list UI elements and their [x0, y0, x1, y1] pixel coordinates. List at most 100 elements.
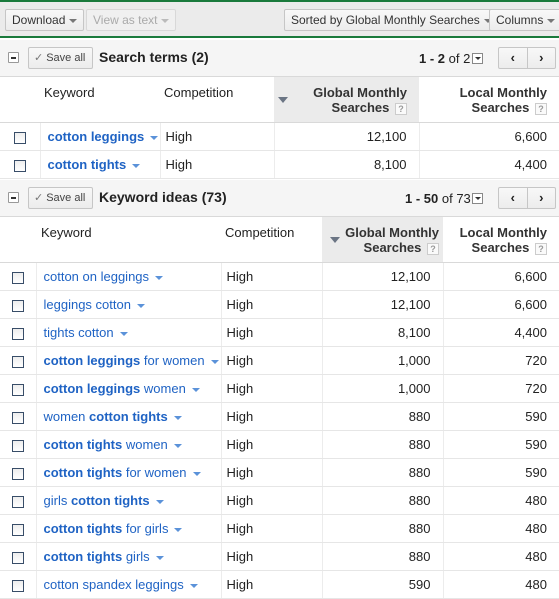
keyword-text-part: women [122, 437, 168, 452]
save-all-button[interactable]: ✓ Save all [28, 187, 93, 209]
save-all-label: Save all [46, 192, 86, 204]
keyword-link[interactable]: cotton tights women [44, 437, 168, 452]
local-searches-cell: 6,600 [443, 290, 559, 319]
competition-column-header[interactable]: Competition [160, 76, 274, 123]
select-cell [0, 402, 37, 431]
keyword-link[interactable]: women cotton tights [44, 409, 168, 424]
select-cell [0, 290, 37, 319]
global-searches-column-header[interactable]: Global Monthly Searches ? [274, 76, 419, 123]
keyword-link[interactable]: tights cotton [44, 325, 114, 340]
page-size-dropdown[interactable] [472, 53, 483, 64]
local-header-line1: Local Monthly [459, 85, 547, 100]
chevron-down-icon[interactable] [155, 499, 164, 504]
row-checkbox[interactable] [13, 159, 26, 172]
next-page-button[interactable]: › [528, 48, 556, 68]
row-checkbox[interactable] [11, 299, 24, 312]
table-row: cotton tights women High 880 590 [0, 430, 559, 459]
competition-cell: High [221, 514, 323, 543]
prev-page-button[interactable]: ‹ [499, 188, 528, 208]
chevron-down-icon[interactable] [150, 135, 159, 140]
keyword-link[interactable]: cotton tights girls [44, 549, 150, 564]
chevron-down-icon[interactable] [174, 527, 183, 532]
keyword-cell: women cotton tights [36, 402, 222, 431]
chevron-down-icon[interactable] [136, 303, 145, 308]
global-header-line1: Global Monthly [313, 85, 407, 100]
competition-cell: High [221, 374, 323, 403]
chevron-down-icon[interactable] [192, 471, 201, 476]
prev-page-button[interactable]: ‹ [499, 48, 528, 68]
row-checkbox[interactable] [11, 439, 24, 452]
chevron-down-icon[interactable] [119, 331, 128, 336]
keyword-cell: cotton on leggings [36, 262, 222, 291]
competition-cell: High [160, 150, 275, 179]
table-row: cotton leggings High 12,100 6,600 [0, 122, 559, 151]
keyword-link[interactable]: cotton leggings women [44, 381, 186, 396]
row-checkbox[interactable] [11, 467, 24, 480]
search-terms-table: Keyword Competition Global Monthly Searc… [0, 76, 559, 179]
view-as-text-button[interactable]: View as text [86, 9, 177, 31]
select-cell [0, 570, 37, 599]
save-all-button[interactable]: ✓ Save all [28, 47, 93, 69]
chevron-down-icon[interactable] [173, 443, 182, 448]
select-cell [0, 150, 41, 179]
keyword-link[interactable]: girls cotton tights [44, 493, 150, 508]
global-searches-cell: 1,000 [322, 346, 444, 375]
chevron-down-icon[interactable] [132, 163, 141, 168]
keyword-column-header[interactable]: Keyword [36, 216, 221, 263]
global-searches-cell: 880 [322, 430, 444, 459]
row-checkbox[interactable] [11, 355, 24, 368]
chevron-down-icon[interactable] [173, 415, 182, 420]
row-checkbox[interactable] [11, 579, 24, 592]
keyword-link[interactable]: cotton leggings for women [44, 353, 205, 368]
chevron-down-icon[interactable] [189, 583, 198, 588]
keyword-cell: cotton tights for girls [36, 514, 222, 543]
keyword-cell: cotton tights for women [36, 458, 222, 487]
help-icon[interactable]: ? [535, 242, 547, 255]
save-all-label: Save all [46, 52, 86, 64]
pager-range: 1 - 50 [405, 191, 439, 206]
global-searches-column-header[interactable]: Global Monthly Searches ? [322, 216, 443, 263]
help-icon[interactable]: ? [395, 102, 407, 115]
local-searches-cell: 6,600 [443, 262, 559, 291]
chevron-down-icon[interactable] [191, 387, 200, 392]
keyword-match-part: cotton leggings [43, 381, 141, 396]
next-page-button[interactable]: › [528, 188, 556, 208]
local-searches-column-header[interactable]: Local Monthly Searches ? [443, 216, 559, 263]
keyword-link[interactable]: cotton leggings [48, 129, 145, 144]
chevron-down-icon[interactable] [210, 359, 219, 364]
pager-nav: ‹ › [498, 187, 556, 209]
pager-total: of 73 [441, 191, 471, 206]
columns-button[interactable]: Columns [489, 9, 559, 31]
row-checkbox[interactable] [11, 495, 24, 508]
keyword-column-header[interactable]: Keyword [40, 76, 160, 123]
collapse-icon[interactable] [8, 52, 19, 63]
competition-cell: High [221, 458, 323, 487]
help-icon[interactable]: ? [427, 242, 439, 255]
select-cell [0, 514, 37, 543]
row-checkbox[interactable] [11, 383, 24, 396]
table-row: cotton leggings women High 1,000 720 [0, 374, 559, 403]
keyword-link[interactable]: cotton tights [48, 157, 127, 172]
chevron-down-icon[interactable] [155, 555, 164, 560]
keyword-link[interactable]: cotton tights for girls [44, 521, 169, 536]
keyword-link[interactable]: cotton spandex leggings [44, 577, 184, 592]
local-searches-cell: 4,400 [419, 150, 559, 179]
row-checkbox[interactable] [11, 411, 24, 424]
row-checkbox[interactable] [13, 131, 26, 144]
download-button[interactable]: Download [5, 9, 85, 31]
competition-column-header[interactable]: Competition [221, 216, 322, 263]
page-size-dropdown[interactable] [472, 193, 483, 204]
help-icon[interactable]: ? [535, 102, 547, 115]
collapse-icon[interactable] [8, 192, 19, 203]
row-checkbox[interactable] [11, 523, 24, 536]
keyword-link[interactable]: cotton on leggings [44, 269, 150, 284]
chevron-down-icon[interactable] [155, 275, 164, 280]
keyword-link[interactable]: cotton tights for women [44, 465, 187, 480]
row-checkbox[interactable] [11, 327, 24, 340]
keyword-match-part: cotton tights [43, 437, 123, 452]
row-checkbox[interactable] [11, 271, 24, 284]
local-searches-column-header[interactable]: Local Monthly Searches ? [419, 76, 559, 123]
sort-dropdown[interactable]: Sorted by Global Monthly Searches [284, 9, 499, 31]
keyword-link[interactable]: leggings cotton [44, 297, 131, 312]
row-checkbox[interactable] [11, 551, 24, 564]
